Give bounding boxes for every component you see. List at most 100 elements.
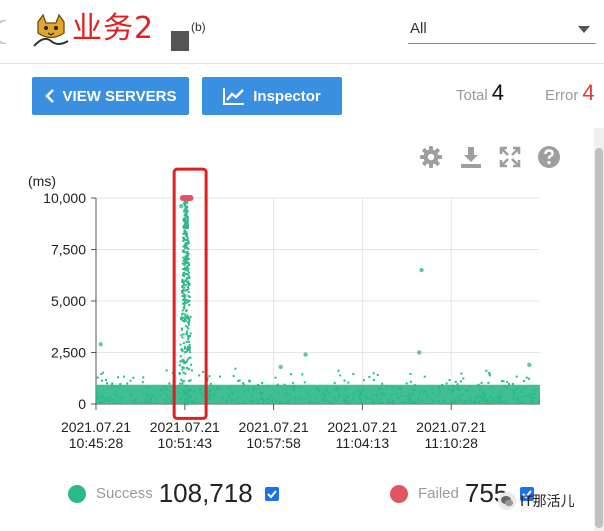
success-point (230, 398, 233, 401)
success-point (107, 399, 110, 402)
chevron-left-icon (44, 89, 55, 103)
success-spike-point (187, 327, 190, 330)
success-spike-point (190, 369, 193, 372)
success-spike-point (184, 203, 187, 206)
y-tick-label: 7,500 (51, 242, 86, 258)
success-point (266, 401, 269, 404)
success-point (318, 389, 321, 392)
success-spike-point (182, 333, 185, 336)
success-point (306, 392, 309, 395)
success-point (499, 390, 502, 393)
success-point (113, 393, 116, 396)
success-spike-point (182, 274, 185, 277)
success-spike-point (179, 343, 182, 346)
success-point (317, 401, 320, 404)
success-point (274, 376, 277, 379)
success-point (462, 377, 465, 380)
top-bar: 业务2 (b) All (0, 0, 604, 64)
success-point (487, 396, 490, 399)
success-point (366, 397, 369, 400)
success-spike-point (188, 368, 191, 371)
success-point (513, 392, 516, 395)
success-spike-point (188, 295, 191, 298)
success-point (520, 390, 523, 393)
success-point (323, 393, 326, 396)
success-point (344, 388, 347, 391)
success-spike-point (186, 384, 189, 387)
failed-point (187, 195, 194, 201)
success-point (454, 401, 457, 404)
scrollbar[interactable] (594, 128, 604, 531)
success-point (288, 401, 291, 404)
success-point (458, 399, 461, 402)
success-point (443, 400, 446, 403)
success-point (333, 382, 336, 385)
success-checkbox[interactable] (264, 486, 279, 501)
success-point (359, 392, 362, 395)
success-point (438, 391, 441, 394)
success-point (225, 401, 228, 404)
success-point (491, 397, 494, 400)
success-point (327, 392, 330, 395)
success-point (465, 389, 468, 392)
success-point (401, 400, 404, 403)
success-point (508, 383, 511, 386)
success-point (207, 394, 210, 397)
success-point (301, 373, 304, 376)
y-tick-label: 5,000 (51, 293, 86, 309)
agent-select[interactable]: All (408, 17, 596, 44)
success-point (278, 392, 281, 395)
success-point (503, 400, 506, 403)
success-point (327, 401, 330, 404)
success-spike-point (186, 403, 189, 406)
success-spike-point (186, 210, 189, 213)
y-tick-label: 2,500 (51, 345, 86, 361)
success-point (100, 372, 103, 375)
success-point (118, 397, 121, 400)
inspector-button[interactable]: Inspector (202, 77, 342, 115)
success-point (515, 375, 518, 378)
success-point (391, 385, 394, 388)
scrollbar-thumb[interactable] (595, 148, 603, 528)
success-point (382, 392, 385, 395)
success-point (532, 396, 535, 399)
success-spike-point (184, 245, 187, 248)
success-point (144, 397, 147, 400)
view-servers-button[interactable]: VIEW SERVERS (32, 77, 189, 115)
success-point (368, 375, 371, 378)
inspector-label: Inspector (253, 87, 321, 105)
success-point (474, 400, 477, 403)
success-point (334, 399, 337, 402)
success-point (405, 395, 408, 398)
success-spike-point (182, 367, 185, 370)
success-point (158, 393, 161, 396)
success-point (96, 376, 99, 379)
success-point (484, 393, 487, 396)
success-point (456, 383, 459, 386)
success-point (114, 389, 117, 392)
success-outlier-point (417, 350, 422, 355)
success-spike-point (185, 234, 188, 237)
success-point (515, 387, 518, 390)
success-point (96, 397, 99, 400)
success-spike-point (181, 380, 184, 383)
success-point (373, 379, 376, 382)
success-point (102, 371, 105, 374)
success-point (403, 401, 406, 404)
success-point (405, 382, 408, 385)
watermark: IT那活儿 (498, 491, 575, 511)
success-point (505, 386, 508, 389)
success-point (475, 396, 478, 399)
success-spike-point (186, 226, 189, 229)
success-spike-point (184, 222, 187, 225)
success-point (379, 397, 382, 400)
success-spike-point (187, 321, 190, 324)
collapsed-panel-edge[interactable] (0, 19, 7, 45)
success-point (464, 399, 467, 402)
success-point (472, 400, 475, 403)
success-outlier-point (419, 267, 424, 273)
success-point (96, 392, 99, 395)
success-point (522, 380, 525, 383)
success-point (112, 401, 115, 404)
success-point (449, 401, 452, 404)
